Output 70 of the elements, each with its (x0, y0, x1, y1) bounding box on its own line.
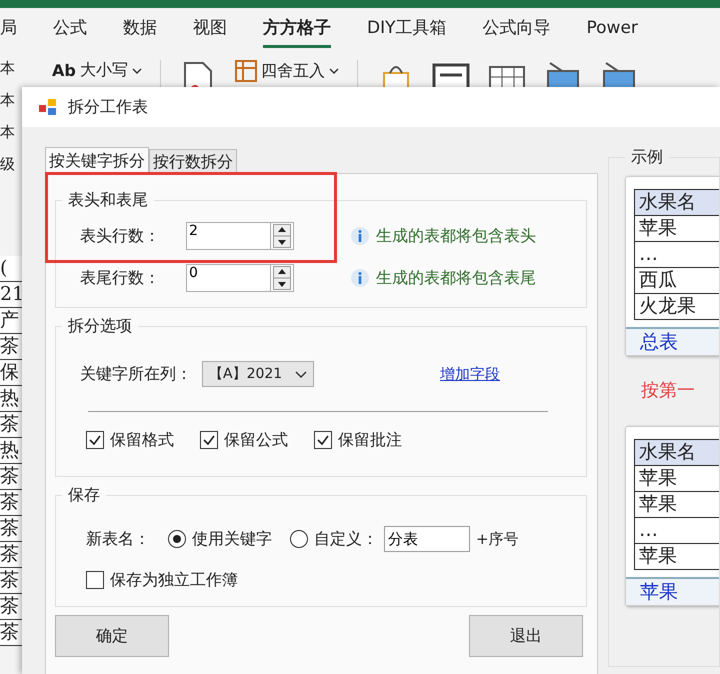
ribbon-label: 本 (0, 122, 16, 142)
checkbox[interactable] (314, 431, 332, 449)
suffix-label: +序号 (476, 530, 519, 548)
hint-text: 生成的表都将包含表尾 (376, 268, 536, 288)
table-cell: 西瓜 (635, 268, 719, 294)
add-field-link[interactable]: 增加字段 (440, 364, 500, 384)
tab[interactable]: 按关键字拆分 (45, 147, 149, 174)
radio-button[interactable] (290, 530, 308, 548)
info-icon (350, 226, 370, 246)
checkbox-label: 保留格式 (110, 430, 174, 450)
caret-icon (328, 68, 339, 74)
name-field[interactable]: 分表 (384, 526, 470, 552)
ribbon-tab[interactable]: 公式向导 (482, 10, 550, 48)
ribbon-tab[interactable]: 局 (0, 10, 17, 48)
checkbox-label: 保留批注 (338, 430, 402, 450)
radio-label: 自定义： (314, 528, 378, 550)
sheet-name: 苹果 (640, 580, 678, 605)
ribbon-label: 本 (0, 90, 16, 110)
ribbon-label: 本 (0, 58, 16, 78)
spinner-icon[interactable] (270, 222, 294, 250)
header-cell: 水果名 (635, 440, 719, 466)
number-field[interactable]: 2 (186, 222, 270, 250)
spinner-icon[interactable] (270, 264, 294, 292)
checkbox[interactable] (200, 431, 218, 449)
ribbon-tab[interactable]: 公式 (53, 10, 87, 48)
info-icon (350, 268, 370, 288)
ribbon-label: 级 (0, 154, 16, 174)
checkbox[interactable] (86, 571, 104, 589)
toolbar-icon[interactable] (432, 61, 470, 87)
group-title: 拆分选项 (67, 316, 133, 337)
group-title: 表头和表尾 (67, 190, 149, 211)
radio-label: 使用关键字 (192, 528, 272, 550)
window-title: 拆分工作表 (68, 96, 148, 118)
example-caption: 按第一 (641, 379, 696, 402)
app-icon (38, 97, 58, 117)
table-cell: 苹果 (635, 466, 719, 492)
checkbox-label: 保存为独立工作簿 (110, 570, 238, 590)
ribbon-tab[interactable]: DIY工具箱 (367, 10, 446, 48)
group-title: 示例 (630, 148, 664, 168)
exit-button[interactable]: 退出 (469, 615, 583, 657)
hint-text: 生成的表都将包含表头 (376, 226, 536, 246)
table-icon (234, 60, 257, 82)
group-title: 保存 (67, 485, 101, 506)
ok-button[interactable]: 确定 (55, 615, 169, 657)
round-dropdown[interactable]: 四舍五入 (234, 60, 339, 82)
case-dropdown[interactable]: Ab 大小写 (52, 60, 142, 81)
caret-icon (132, 68, 142, 74)
sheet-name: 总表 (640, 330, 678, 355)
number-field[interactable]: 0 (186, 264, 270, 292)
table-cell: … (635, 518, 719, 544)
header-cell: 水果名 (635, 190, 719, 216)
field-label: 表尾行数： (80, 268, 161, 288)
ribbon-tab[interactable]: 视图 (193, 10, 227, 48)
table-cell-text: 火龙果 (638, 294, 697, 319)
field-label: 表头行数： (80, 226, 161, 246)
table-cell-text: 苹果 (638, 544, 678, 569)
caret-icon (295, 370, 307, 378)
ribbon-tab[interactable]: Power (586, 12, 638, 46)
column-dropdown[interactable]: 【A】2021 (202, 361, 314, 387)
tab[interactable]: 按行数拆分 (149, 149, 237, 173)
table-cell: 苹果 (635, 492, 719, 518)
radio-button[interactable] (168, 530, 186, 548)
checkbox-label: 保留公式 (224, 430, 288, 450)
field-label: 关键字所在列： (80, 364, 192, 384)
field-label: 新表名： (86, 528, 150, 550)
table-cell: … (635, 242, 719, 268)
ribbon-tab[interactable]: 方方格子 (263, 10, 331, 48)
checkbox[interactable] (86, 431, 104, 449)
table-cell: 苹果 (635, 216, 719, 242)
ribbon-tab[interactable]: 数据 (123, 10, 157, 48)
